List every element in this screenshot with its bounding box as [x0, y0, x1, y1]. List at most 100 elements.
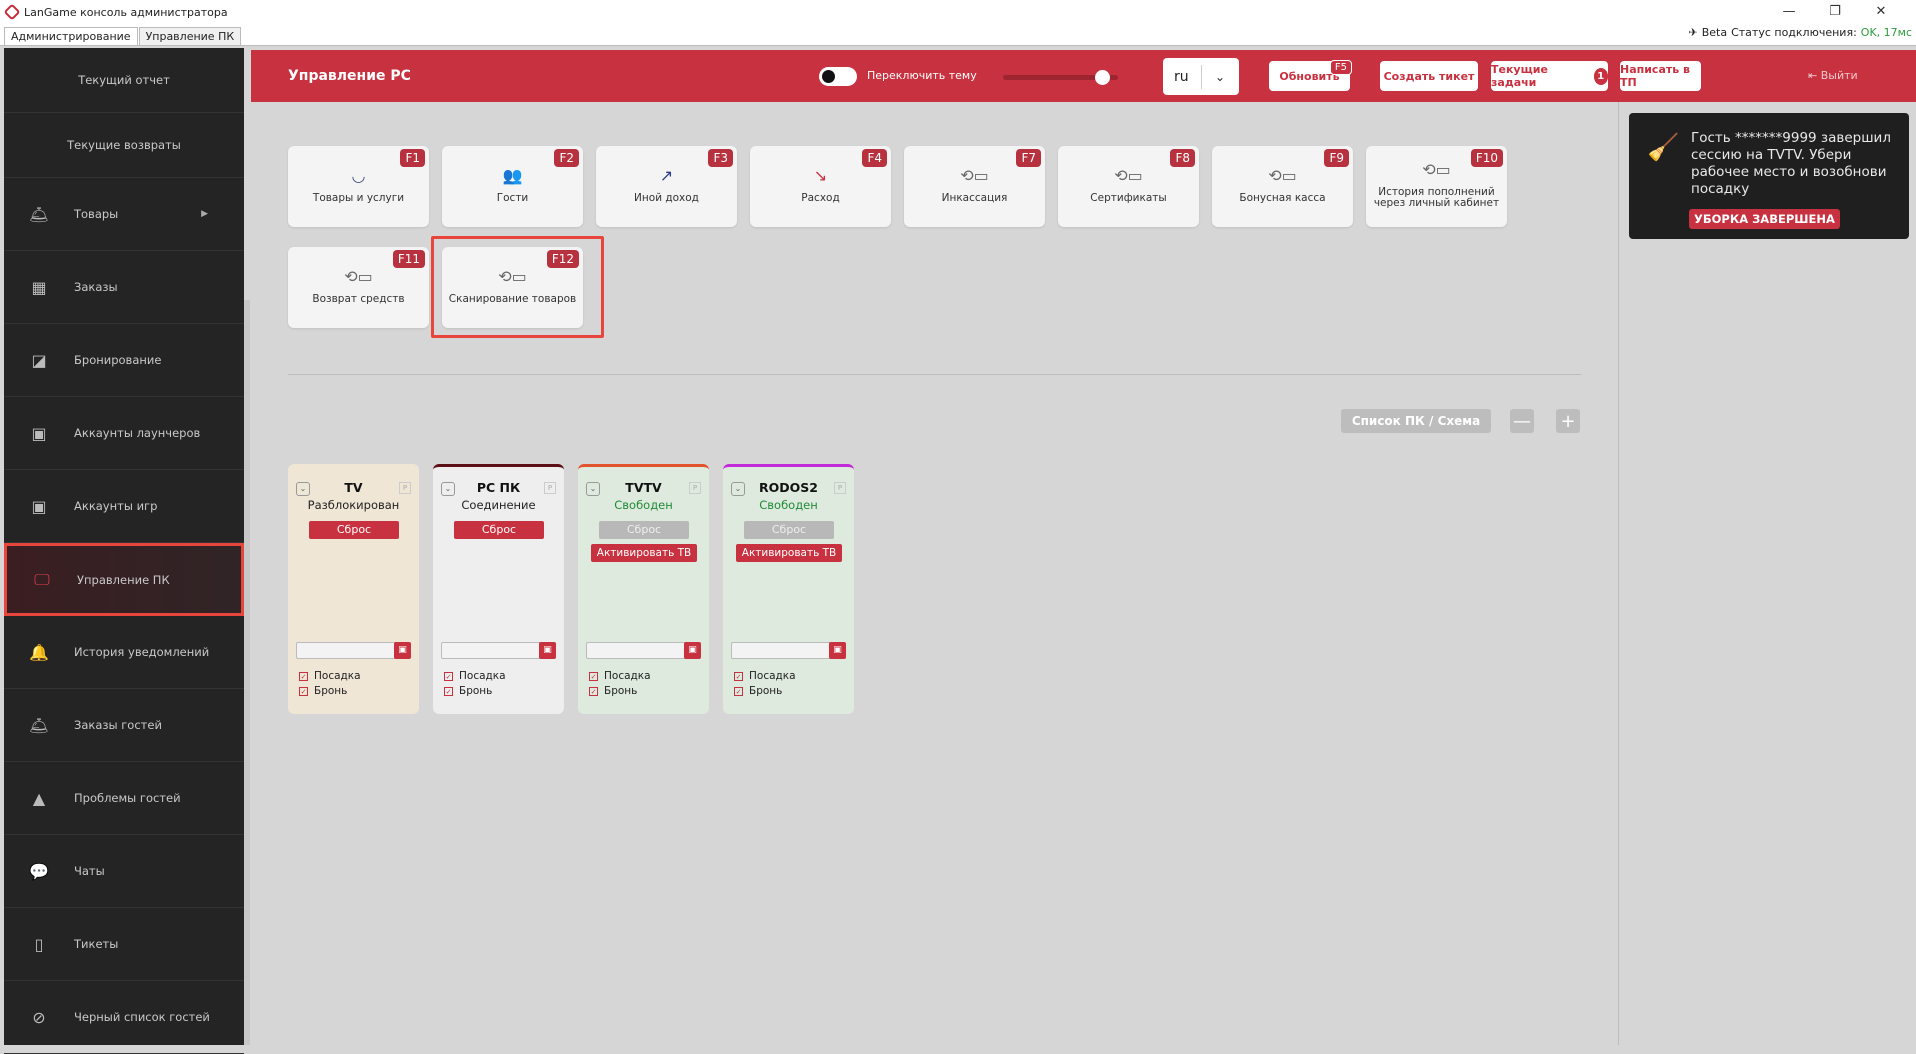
reset-button[interactable]: Сброс — [599, 521, 689, 539]
sidebar-item-launcher-accounts[interactable]: ▣ Аккаунты лаунчеров — [4, 397, 244, 470]
pc-card-tv[interactable]: ⌄ P TV Разблокирован Сброс ▣ ✓ Посадка ✓ Б… — [288, 464, 419, 714]
tab-administration[interactable]: Администрирование — [4, 27, 138, 45]
booking-checkbox[interactable]: ✓ Бронь — [299, 685, 347, 697]
pc-status: Свободен — [614, 498, 673, 512]
theme-toggle[interactable] — [819, 67, 857, 86]
sidebar-item-label: Текущий отчет — [78, 73, 170, 87]
sidebar-item-label: Товары — [74, 207, 119, 221]
pc-note-input[interactable] — [586, 642, 686, 659]
notification-toast[interactable]: 🧹 Гость *******9999 завершил сессию на T… — [1629, 113, 1909, 239]
pc-card-pc[interactable]: ⌄ P PC ПК Соединение Сброс ▣ ✓ Посадка ✓ Б… — [433, 464, 564, 714]
app-logo-icon — [3, 3, 21, 21]
seat-checkbox[interactable]: ✓ Посадка — [589, 670, 651, 682]
pc-name: RODOS2 — [759, 480, 818, 495]
activate-tv-button[interactable]: Активировать ТВ — [591, 544, 697, 562]
quick-action-label: Бонусная касса — [1239, 192, 1326, 204]
quick-action-guests[interactable]: F2 👥 Гости — [442, 146, 583, 227]
broom-icon: 🧹 — [1647, 133, 1680, 163]
quick-action-topup-history[interactable]: F10 ⟲▭ История пополнений через личный к… — [1366, 146, 1507, 227]
logout-button[interactable]: ⇤ Выйти — [1808, 69, 1858, 82]
plane-icon: ✈ — [1688, 26, 1698, 39]
quick-action-label: Расход — [801, 192, 840, 204]
sidebar-item-guest-blacklist[interactable]: ⊘ Черный список гостей — [4, 981, 244, 1054]
pc-card-rodos2[interactable]: ⌄ P RODOS2 Свободен Сброс Активировать Т… — [723, 464, 854, 714]
sidebar-item-game-accounts[interactable]: ▣ Аккаунты игр — [4, 470, 244, 543]
current-tasks-button[interactable]: Текущие задачи 1 — [1491, 61, 1608, 91]
reset-button[interactable]: Сброс — [454, 521, 544, 539]
sidebar-item-label: История уведомлений — [74, 645, 210, 659]
sidebar-item-booking[interactable]: ◪ Бронирование — [4, 324, 244, 397]
pc-note-input[interactable] — [441, 642, 541, 659]
cleaning-done-button[interactable]: УБОРКА ЗАВЕРШЕНА — [1689, 209, 1840, 229]
seat-label: Посадка — [459, 670, 506, 682]
sidebar-item-current-report[interactable]: Текущий отчет — [4, 48, 244, 113]
quick-action-label: Возврат средств — [312, 293, 405, 305]
tab-pc-management[interactable]: Управление ПК — [138, 27, 242, 45]
sidebar-item-current-returns[interactable]: Текущие возвраты — [4, 113, 244, 178]
zoom-in-button[interactable]: + — [1556, 409, 1580, 433]
sidebar-item-orders[interactable]: ▦ Заказы — [4, 251, 244, 324]
book-icon: ▯ — [34, 934, 44, 954]
refresh-button[interactable]: Обновить F5 — [1269, 60, 1352, 91]
quick-action-products[interactable]: F1 ◡ Товары и услуги — [288, 146, 429, 227]
close-button[interactable]: ✕ — [1858, 0, 1904, 22]
sidebar-item-pc-management[interactable]: 🖵 Управление ПК — [4, 543, 244, 616]
quick-action-label: Товары и услуги — [312, 192, 405, 204]
booking-checkbox[interactable]: ✓ Бронь — [589, 685, 637, 697]
sidebar-item-tickets[interactable]: ▯ Тикеты — [4, 908, 244, 981]
quick-action-other-income[interactable]: F3 ↗ Иной доход — [596, 146, 737, 227]
zoom-out-button[interactable]: — — [1510, 409, 1534, 433]
chevron-right-icon: ▶ — [201, 209, 208, 219]
reset-button[interactable]: Сброс — [309, 521, 399, 539]
save-icon[interactable]: ▣ — [394, 642, 411, 659]
theme-slider[interactable] — [1003, 70, 1118, 85]
pc-note-input[interactable] — [731, 642, 831, 659]
pc-card-tvtv[interactable]: ⌄ P TVTV Свободен Сброс Активировать ТВ … — [578, 464, 709, 714]
sidebar-item-label: Проблемы гостей — [74, 791, 181, 805]
pc-name: PC ПК — [476, 480, 521, 495]
sidebar-scrollbar[interactable] — [244, 300, 250, 1045]
pc-note-input[interactable] — [296, 642, 396, 659]
bell-icon: 🔔 — [29, 642, 49, 662]
quick-action-collection[interactable]: F7 ⟲▭ Инкассация — [904, 146, 1045, 227]
create-ticket-button[interactable]: Создать тикет — [1380, 61, 1478, 91]
booking-label: Бронь — [604, 685, 638, 697]
save-icon[interactable]: ▣ — [539, 642, 556, 659]
save-icon[interactable]: ▣ — [829, 642, 846, 659]
cash-cycle-icon: ⟲▭ — [1422, 160, 1451, 179]
sidebar-item-notification-history[interactable]: 🔔 История уведомлений — [4, 616, 244, 689]
activate-tv-button[interactable]: Активировать ТВ — [736, 544, 842, 562]
language-select[interactable]: ru ⌄ — [1163, 58, 1239, 95]
quick-action-expense[interactable]: F4 ↘ Расход — [750, 146, 891, 227]
sidebar-item-label: Черный список гостей — [74, 1010, 210, 1024]
quick-action-refund[interactable]: F11 ⟲▭ Возврат средств — [288, 247, 429, 328]
window-tabbar: Администрирование Управление ПК — [0, 24, 1916, 46]
pc-name: TVTV — [625, 480, 662, 495]
booking-label: Бронь — [459, 685, 493, 697]
seat-checkbox[interactable]: ✓ Посадка — [299, 670, 361, 682]
sidebar-item-guest-problems[interactable]: ▲ Проблемы гостей — [4, 762, 244, 835]
sidebar-item-chats[interactable]: 💬 Чаты — [4, 835, 244, 908]
sidebar-item-products[interactable]: 🛎 Товары ▶ — [4, 178, 244, 251]
booking-checkbox[interactable]: ✓ Бронь — [734, 685, 782, 697]
hotkey-badge: F7 — [1016, 149, 1041, 167]
save-icon[interactable]: ▣ — [684, 642, 701, 659]
write-support-button[interactable]: Написать в ТП — [1620, 61, 1701, 91]
seat-checkbox[interactable]: ✓ Посадка — [734, 670, 796, 682]
highlight-frame — [431, 236, 604, 338]
sidebar-item-label: Тикеты — [74, 937, 119, 951]
theme-toggle-label: Переключить тему — [867, 69, 977, 82]
quick-action-bonus-cash[interactable]: F9 ⟲▭ Бонусная касса — [1212, 146, 1353, 227]
trend-down-icon: ↘ — [813, 166, 828, 185]
sidebar-item-guest-orders[interactable]: 🛎 Заказы гостей — [4, 689, 244, 762]
view-toggle-button[interactable]: Список ПК / Схема — [1341, 409, 1491, 433]
section-divider — [288, 374, 1581, 375]
quick-action-certificates[interactable]: F8 ⟲▭ Сертификаты — [1058, 146, 1199, 227]
restore-button[interactable]: ❐ — [1812, 0, 1858, 22]
booking-checkbox[interactable]: ✓ Бронь — [444, 685, 492, 697]
sidebar-item-label: Управление ПК — [77, 572, 170, 587]
slider-knob[interactable] — [1095, 70, 1110, 85]
minimize-button[interactable]: — — [1766, 0, 1812, 22]
seat-checkbox[interactable]: ✓ Посадка — [444, 670, 506, 682]
reset-button[interactable]: Сброс — [744, 521, 834, 539]
